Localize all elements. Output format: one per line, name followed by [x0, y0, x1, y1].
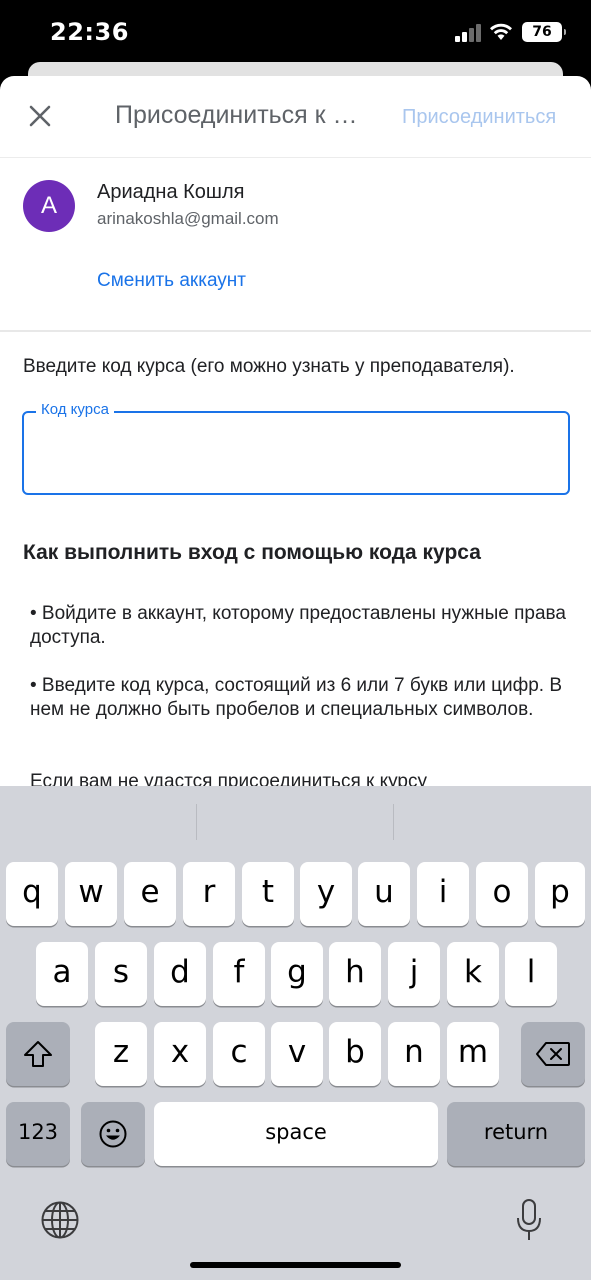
key-j[interactable]: j [388, 942, 440, 1006]
keyboard: q w e r t y u i o p a s d f g h j k l z … [0, 786, 591, 1280]
course-code-instruction: Введите код курса (его можно узнать у пр… [23, 356, 515, 377]
numbers-key[interactable]: 123 [6, 1102, 70, 1166]
key-d[interactable]: d [154, 942, 206, 1006]
globe-icon[interactable] [40, 1200, 80, 1240]
key-x[interactable]: x [154, 1022, 206, 1086]
backspace-icon [536, 1042, 570, 1066]
sheet-title: Присоединиться к курсу [115, 101, 365, 129]
key-r[interactable]: r [183, 862, 235, 926]
key-z[interactable]: z [95, 1022, 147, 1086]
divider [0, 330, 591, 332]
emoji-icon [99, 1120, 127, 1148]
suggestion-divider [393, 804, 394, 840]
key-b[interactable]: b [329, 1022, 381, 1086]
key-h[interactable]: h [329, 942, 381, 1006]
close-icon [29, 105, 51, 127]
suggestion-divider [196, 804, 197, 840]
shift-icon [24, 1041, 52, 1067]
help-paragraph: • Войдите в аккаунт, которому предоставл… [30, 603, 566, 648]
key-o[interactable]: o [476, 862, 528, 926]
join-button[interactable]: Присоединиться [402, 106, 556, 129]
key-f[interactable]: f [213, 942, 265, 1006]
return-key[interactable]: return [447, 1102, 585, 1166]
sheet-header: Присоединиться к курсу Присоединиться [0, 76, 591, 158]
key-t[interactable]: t [242, 862, 294, 926]
key-e[interactable]: e [124, 862, 176, 926]
key-a[interactable]: a [36, 942, 88, 1006]
status-bar: 22:36 76 [0, 0, 591, 62]
key-i[interactable]: i [417, 862, 469, 926]
key-v[interactable]: v [271, 1022, 323, 1086]
key-w[interactable]: w [65, 862, 117, 926]
status-time: 22:36 [50, 18, 129, 46]
space-key[interactable]: space [154, 1102, 438, 1166]
close-button[interactable] [22, 98, 58, 134]
key-m[interactable]: m [447, 1022, 499, 1086]
account-name: Ариадна Кошля [97, 181, 245, 203]
cellular-signal-icon [455, 24, 483, 42]
key-u[interactable]: u [358, 862, 410, 926]
backspace-key[interactable] [521, 1022, 585, 1086]
help-paragraph: • Введите код курса, состоящий из 6 или … [30, 675, 563, 720]
emoji-key[interactable] [81, 1102, 145, 1166]
avatar: А [23, 180, 75, 232]
home-indicator [190, 1262, 401, 1268]
shift-key[interactable] [6, 1022, 70, 1086]
help-title: Как выполнить вход с помощью кода курса [23, 541, 481, 564]
course-code-input[interactable] [38, 435, 548, 471]
battery-indicator: 76 [522, 22, 566, 42]
key-l[interactable]: l [505, 942, 557, 1006]
key-n[interactable]: n [388, 1022, 440, 1086]
switch-account-link[interactable]: Сменить аккаунт [97, 270, 246, 292]
key-q[interactable]: q [6, 862, 58, 926]
key-p[interactable]: p [535, 862, 585, 926]
key-c[interactable]: c [213, 1022, 265, 1086]
key-k[interactable]: k [447, 942, 499, 1006]
course-code-field[interactable]: Код курса [22, 401, 570, 495]
wifi-icon [490, 23, 512, 40]
key-s[interactable]: s [95, 942, 147, 1006]
key-y[interactable]: y [300, 862, 352, 926]
key-g[interactable]: g [271, 942, 323, 1006]
microphone-icon[interactable] [514, 1198, 544, 1244]
course-code-label: Код курса [36, 401, 114, 418]
account-email: arinakoshla@gmail.com [97, 209, 279, 228]
